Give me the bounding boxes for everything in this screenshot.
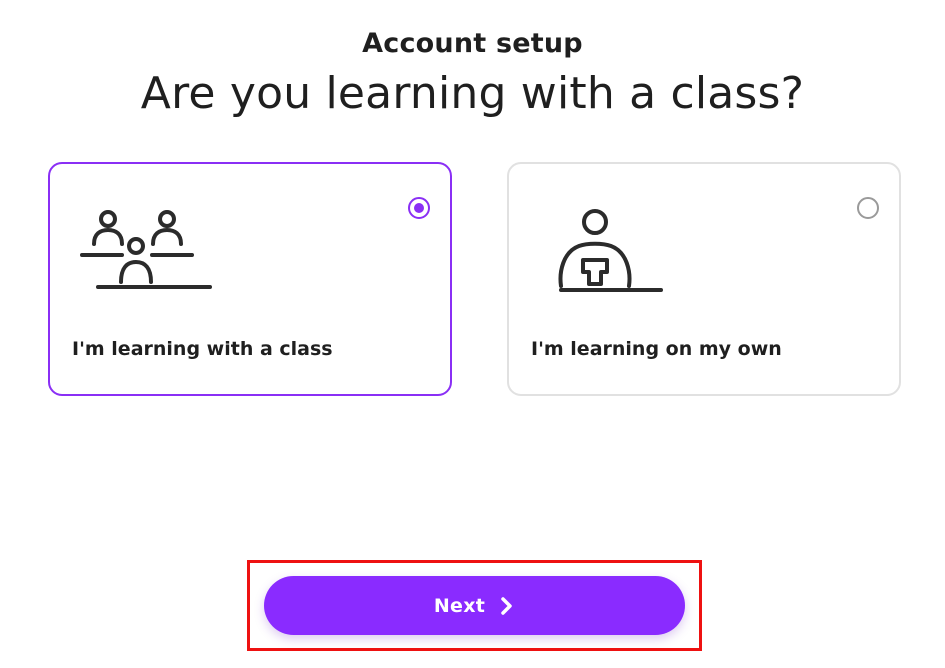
page-eyebrow: Account setup — [362, 28, 583, 59]
account-setup-page: Account setup Are you learning with a cl… — [0, 0, 945, 668]
option-label-own: I'm learning on my own — [531, 338, 782, 360]
option-card-class[interactable]: I'm learning with a class — [48, 162, 452, 396]
next-button-label: Next — [433, 594, 486, 617]
radio-own[interactable] — [857, 197, 879, 219]
option-label-class: I'm learning with a class — [72, 338, 333, 360]
classroom-icon — [78, 202, 218, 298]
solo-learner-icon — [553, 202, 673, 302]
option-card-own[interactable]: I'm learning on my own — [507, 162, 901, 396]
next-button[interactable]: Next — [264, 576, 685, 635]
page-title: Are you learning with a class? — [140, 68, 805, 119]
chevron-right-icon — [499, 596, 515, 616]
radio-class[interactable] — [408, 197, 430, 219]
